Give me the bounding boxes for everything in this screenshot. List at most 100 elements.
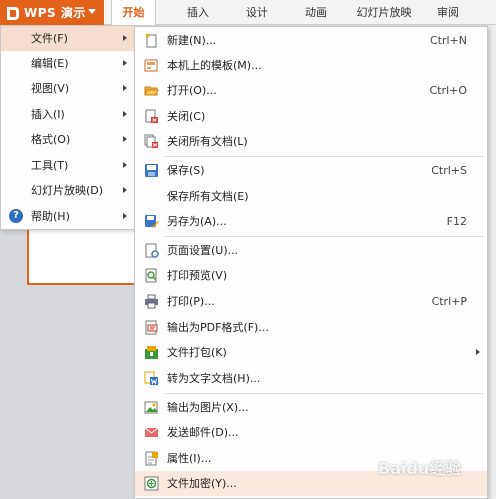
menu-item-format[interactable]: 格式(O) <box>1 127 134 152</box>
menu-item-templates[interactable]: 本机上的模板(M)... <box>135 53 487 78</box>
menu-separator <box>165 393 483 394</box>
caret-down-icon <box>88 9 96 14</box>
save-as-icon <box>145 215 159 228</box>
encrypt-icon <box>144 476 159 491</box>
menu-item-label: 转为文字文档(H)... <box>167 372 261 385</box>
menu-item-print-preview[interactable]: 打印预览(V) <box>135 263 487 288</box>
app-menu-button[interactable]: WPS 演示 <box>0 0 104 25</box>
shortcut-label: F12 <box>446 215 467 228</box>
menu-item-label: 打印预览(V) <box>167 269 228 282</box>
tab-home[interactable]: 开始 <box>111 0 156 25</box>
print-preview-icon <box>145 268 157 283</box>
menu-item-label: 新建(N)... <box>167 34 217 47</box>
menu-item-send-mail[interactable]: 发送邮件(D)... <box>135 420 487 445</box>
print-icon <box>145 294 158 309</box>
main-menu: 文件(F) 编辑(E) 视图(V) 插入(I) 格式(O) 工具(T) 幻灯片放… <box>0 25 135 230</box>
menu-item-label: 另存为(A)... <box>167 215 227 228</box>
export-image-icon <box>144 401 158 414</box>
menu-item-label: 输出为图片(X)... <box>167 401 249 414</box>
menu-item-new[interactable]: 新建(N)... Ctrl+N <box>135 28 487 53</box>
menu-item-label: 视图(V) <box>31 82 70 95</box>
help-icon: ? <box>9 209 23 223</box>
watermark: Baidu经验 <box>378 459 462 478</box>
menu-item-view[interactable]: 视图(V) <box>1 76 134 101</box>
tab-animation[interactable]: 动画 <box>293 0 339 25</box>
menu-item-tools[interactable]: 工具(T) <box>1 153 134 178</box>
menu-item-open[interactable]: 打开(O)... Ctrl+O <box>135 78 487 103</box>
menu-item-package[interactable]: 文件打包(K) <box>135 340 487 365</box>
menu-item-label: 保存(S) <box>167 164 205 177</box>
open-folder-icon <box>144 86 159 96</box>
menu-item-label: 属性(I)... <box>167 452 212 465</box>
chevron-right-icon <box>123 162 127 168</box>
menu-item-label: 插入(I) <box>31 108 65 121</box>
shortcut-label: Ctrl+S <box>431 164 467 177</box>
tab-design[interactable]: 设计 <box>234 0 280 25</box>
menu-item-label: 幻灯片放映(D) <box>31 184 104 197</box>
menu-item-label: 文件打包(K) <box>167 346 227 359</box>
slide-thumbnail[interactable] <box>27 225 149 285</box>
tab-insert[interactable]: 插入 <box>175 0 221 25</box>
menu-item-label: 文件加密(Y)... <box>167 477 237 490</box>
menu-item-close-all[interactable]: 关闭所有文档(L) <box>135 129 487 154</box>
pdf-icon <box>145 320 158 335</box>
menu-item-slideshow[interactable]: 幻灯片放映(D) <box>1 178 134 203</box>
menu-item-close[interactable]: 关闭(C) <box>135 104 487 129</box>
menu-item-help[interactable]: ? 帮助(H) <box>1 204 134 229</box>
shortcut-label: Ctrl+O <box>429 84 467 97</box>
close-doc-icon <box>145 109 158 123</box>
right-panel-strip <box>488 25 496 499</box>
chevron-right-icon <box>123 187 127 193</box>
save-icon <box>145 164 158 177</box>
menu-item-label: 页面设置(U)... <box>167 244 239 257</box>
menu-item-label: 格式(O) <box>31 133 71 146</box>
chevron-right-icon <box>123 60 127 66</box>
menu-item-label: 编辑(E) <box>31 57 69 70</box>
menu-item-label: 本机上的模板(M)... <box>167 59 262 72</box>
tab-review[interactable]: 审阅 <box>425 0 471 25</box>
chevron-right-icon <box>123 35 127 41</box>
menu-item-label: 工具(T) <box>31 159 69 172</box>
ribbon-bar: WPS 演示 开始 插入 设计 动画 幻灯片放映 审阅 <box>0 0 496 25</box>
wps-logo-icon <box>5 6 19 20</box>
mail-icon <box>144 427 159 437</box>
menu-item-label: 输出为PDF格式(F)... <box>167 321 269 334</box>
template-icon <box>144 59 158 72</box>
app-title: WPS 演示 <box>24 6 86 20</box>
menu-item-page-setup[interactable]: 页面设置(U)... <box>135 238 487 263</box>
menu-item-convert-text[interactable]: 转为文字文档(H)... <box>135 366 487 391</box>
menu-item-label: 帮助(H) <box>31 210 70 223</box>
shortcut-label: Ctrl+P <box>431 295 467 308</box>
file-submenu: 新建(N)... Ctrl+N 本机上的模板(M)... 打开(O)... Ct… <box>134 26 488 499</box>
menu-item-label: 保存所有文档(E) <box>167 190 249 203</box>
menu-item-label: 文件(F) <box>31 32 68 45</box>
menu-item-save[interactable]: 保存(S) Ctrl+S <box>135 158 487 183</box>
to-word-icon <box>144 371 158 385</box>
menu-item-export-pdf[interactable]: 输出为PDF格式(F)... <box>135 315 487 340</box>
menu-item-file[interactable]: 文件(F) <box>1 26 134 51</box>
menu-item-save-as[interactable]: 另存为(A)... F12 <box>135 209 487 234</box>
chevron-right-icon <box>123 111 127 117</box>
menu-item-label: 打印(P)... <box>167 295 215 308</box>
close-all-icon <box>144 134 158 148</box>
menu-item-print[interactable]: 打印(P)... Ctrl+P <box>135 289 487 314</box>
menu-separator <box>165 236 483 237</box>
shortcut-label: Ctrl+N <box>429 34 467 47</box>
menu-item-edit[interactable]: 编辑(E) <box>1 51 134 76</box>
menu-item-label: 发送邮件(D)... <box>167 426 239 439</box>
chevron-right-icon <box>123 85 127 91</box>
chevron-right-icon <box>123 136 127 142</box>
menu-item-export-image[interactable]: 输出为图片(X)... <box>135 395 487 420</box>
properties-icon <box>145 451 158 466</box>
tab-slideshow[interactable]: 幻灯片放映 <box>348 0 420 25</box>
menu-separator <box>165 156 483 157</box>
menu-item-label: 打开(O)... <box>167 84 217 97</box>
menu-item-save-all[interactable]: 保存所有文档(E) <box>135 184 487 209</box>
new-doc-icon <box>145 33 157 48</box>
menu-item-label: 关闭(C) <box>167 110 206 123</box>
menu-item-label: 关闭所有文档(L) <box>167 135 248 148</box>
menu-item-insert[interactable]: 插入(I) <box>1 102 134 127</box>
page-setup-icon <box>145 243 159 258</box>
chevron-right-icon <box>476 349 480 355</box>
package-icon <box>145 346 158 359</box>
